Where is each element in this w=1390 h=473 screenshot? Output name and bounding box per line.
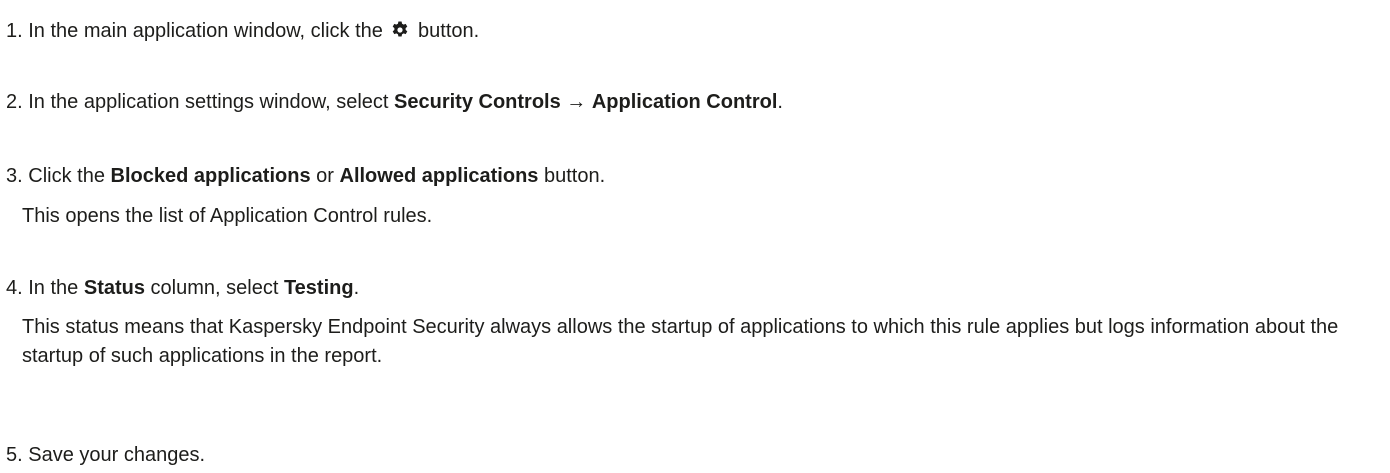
step-text: column, select xyxy=(150,277,279,299)
step-number: 2. xyxy=(6,91,23,113)
step-text: In the main application window, click th… xyxy=(28,20,383,42)
step-text: . xyxy=(353,277,360,299)
step-number: 3. xyxy=(6,165,23,187)
step-2: 2. In the application settings window, s… xyxy=(6,90,783,114)
step-number: 1. xyxy=(6,20,23,42)
testing-status-label: Testing xyxy=(283,277,354,299)
step-4: 4. In the Status column, select Testing. xyxy=(6,276,359,300)
allowed-applications-label: Allowed applications xyxy=(339,165,539,187)
menu-path-security-controls: Security Controls xyxy=(394,91,561,113)
status-column-label: Status xyxy=(83,277,145,299)
step-text: button. xyxy=(543,165,606,187)
step-text: In the xyxy=(28,277,79,299)
blocked-applications-label: Blocked applications xyxy=(110,165,311,187)
step-text: . xyxy=(777,91,783,113)
step-4-note: This status means that Kaspersky Endpoin… xyxy=(22,316,1339,367)
step-text: Click the xyxy=(28,165,105,187)
step-text: In the application settings window, sele… xyxy=(28,91,389,113)
step-3: 3. Click the Blocked applications or All… xyxy=(6,164,605,188)
gear-icon xyxy=(390,20,410,40)
menu-path-application-control: Application Control xyxy=(591,91,778,113)
step-3-note: This opens the list of Application Contr… xyxy=(22,205,433,227)
step-text: Save your changes. xyxy=(28,444,206,466)
step-text: or xyxy=(316,165,334,187)
step-number: 4. xyxy=(6,277,23,299)
step-1: 1. In the main application window, click… xyxy=(6,19,479,43)
step-5: 5. Save your changes. xyxy=(6,443,205,467)
arrow-icon: → xyxy=(566,91,587,113)
step-number: 5. xyxy=(6,444,23,466)
step-text: button. xyxy=(418,20,480,42)
